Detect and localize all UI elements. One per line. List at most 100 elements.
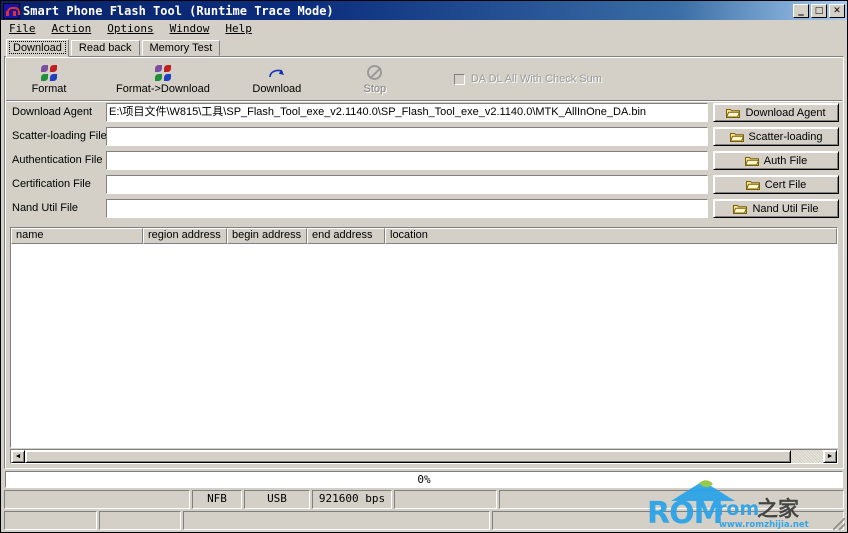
column-header-location[interactable]: location [385, 228, 837, 244]
scroll-right-button[interactable]: ► [823, 450, 837, 463]
auth-file-browse-button[interactable]: Auth File [713, 151, 839, 170]
menu-bar: File Action Options Window Help [1, 20, 847, 38]
rom-list-view[interactable]: name region address begin address end ad… [10, 227, 838, 448]
status2-panel-2 [99, 511, 181, 530]
download-agent-input[interactable]: E:\项目文件\W815\工具\SP_Flash_Tool_exe_v2.114… [106, 103, 708, 122]
column-header-region-address[interactable]: region address [143, 228, 227, 244]
folder-open-icon [726, 107, 741, 118]
minimize-button[interactable]: _ [793, 2, 809, 18]
format-download-button[interactable]: Format->Download [116, 63, 210, 95]
da-dl-checksum-label: DA DL All With Check Sum [470, 73, 602, 85]
cert-file-browse-button[interactable]: Cert File [713, 175, 839, 194]
folder-open-icon [744, 155, 759, 166]
da-dl-checksum-checkbox: DA DL All With Check Sum [453, 73, 602, 85]
menu-item-help[interactable]: Help [225, 21, 260, 36]
stop-button: Stop [344, 63, 406, 95]
window-controls: _ □ ✕ [793, 2, 846, 18]
menu-item-action-label: Action [51, 22, 92, 35]
status2-panel-1 [4, 511, 97, 530]
horizontal-scrollbar[interactable]: ◄ ► [10, 449, 838, 464]
status-panel-1 [4, 490, 190, 509]
menu-item-window-label: Window [169, 22, 210, 35]
nand-util-file-row: Nand Util File Nand Util File [6, 199, 842, 220]
scroll-thumb[interactable] [25, 450, 792, 463]
pinwheel-icon [41, 63, 57, 82]
scatter-loading-input[interactable] [106, 127, 708, 146]
pinwheel-icon [154, 63, 171, 82]
scatter-loading-row: Scatter-loading File Scatter-loading [6, 127, 842, 148]
column-header-begin-address[interactable]: begin address [227, 228, 307, 244]
close-button[interactable]: ✕ [829, 3, 845, 18]
menu-item-file-label: File [9, 22, 36, 35]
column-header-name[interactable]: name [11, 228, 143, 244]
download-button[interactable]: Download [246, 63, 308, 95]
download-panel-inner: Format Format->Download Download Stop DA… [5, 57, 843, 468]
folder-open-icon [729, 131, 744, 142]
list-header-row: name region address begin address end ad… [11, 228, 837, 244]
nand-util-file-label: Nand Util File [12, 202, 79, 214]
status-panel-nfb: NFB [192, 490, 242, 509]
download-agent-label: Download Agent [12, 106, 93, 118]
certification-file-row: Certification File Cert File [6, 175, 842, 196]
resize-grip[interactable] [833, 518, 845, 530]
scatter-loading-browse-button[interactable]: Scatter-loading [713, 127, 839, 146]
menu-item-help-label: Help [225, 22, 252, 35]
menu-item-options[interactable]: Options [107, 21, 161, 36]
authentication-file-label: Authentication File [12, 154, 103, 166]
authentication-file-row: Authentication File Auth File [6, 151, 842, 172]
menu-item-window[interactable]: Window [170, 21, 218, 36]
close-icon: ✕ [833, 5, 841, 16]
status2-panel-4 [492, 511, 844, 530]
title-bar: Smart Phone Flash Tool (Runtime Trace Mo… [1, 1, 847, 20]
toolbar: Format Format->Download Download Stop DA… [6, 58, 842, 101]
menu-item-options-label: Options [107, 22, 154, 35]
folder-open-icon [733, 203, 748, 214]
scroll-left-button[interactable]: ◄ [11, 450, 25, 463]
download-button-label: Download [252, 83, 302, 95]
menu-item-action[interactable]: Action [52, 21, 100, 36]
chevron-left-icon: ◄ [14, 453, 22, 460]
tab-download[interactable]: Download [6, 39, 69, 57]
format-button[interactable]: Format [18, 63, 80, 95]
window-title: Smart Phone Flash Tool (Runtime Trace Mo… [23, 3, 334, 18]
tab-read-back-label: Read back [78, 42, 132, 54]
tab-memory-test[interactable]: Memory Test [141, 40, 221, 56]
da-dl-checksum-box [453, 73, 465, 85]
progress-percent-label: 0% [417, 473, 431, 486]
certification-file-input[interactable] [106, 175, 708, 194]
tab-read-back[interactable]: Read back [70, 40, 140, 56]
download-agent-browse-button[interactable]: Download Agent [713, 103, 839, 122]
nand-util-file-browse-label: Nand Util File [752, 202, 819, 215]
list-body[interactable] [11, 244, 837, 447]
download-agent-row: Download Agent E:\项目文件\W815\工具\SP_Flash_… [6, 103, 842, 124]
progress-bar: 0% [5, 471, 843, 488]
status-panel-usb: USB [244, 490, 310, 509]
chevron-right-icon: ► [826, 453, 834, 460]
cert-file-browse-label: Cert File [764, 178, 807, 191]
scroll-track[interactable] [25, 450, 823, 463]
scatter-loading-label: Scatter-loading File [12, 130, 107, 142]
tab-strip: Download Read back Memory Test [1, 38, 847, 57]
folder-open-icon [745, 179, 760, 190]
file-fields: Download Agent E:\项目文件\W815\工具\SP_Flash_… [6, 101, 842, 223]
format-button-label: Format [31, 83, 67, 95]
nand-util-file-input[interactable] [106, 199, 708, 218]
download-agent-browse-label: Download Agent [745, 106, 826, 119]
status-panel-6 [499, 490, 844, 509]
certification-file-label: Certification File [12, 178, 91, 190]
status-panel-baud: 921600 bps [312, 490, 392, 509]
tab-memory-test-label: Memory Test [149, 42, 213, 54]
status-bar-row-1: NFB USB 921600 bps [1, 490, 847, 509]
menu-item-file[interactable]: File [9, 21, 44, 36]
stop-sign-icon [367, 63, 383, 82]
nand-util-file-browse-button[interactable]: Nand Util File [713, 199, 839, 218]
application-window: Smart Phone Flash Tool (Runtime Trace Mo… [0, 0, 848, 533]
status2-panel-3 [183, 511, 490, 530]
download-panel: Format Format->Download Download Stop DA… [4, 56, 844, 469]
minimize-icon: _ [798, 2, 804, 16]
maximize-button[interactable]: □ [811, 3, 827, 18]
column-header-end-address[interactable]: end address [307, 228, 385, 244]
status-panel-5 [394, 490, 497, 509]
authentication-file-input[interactable] [106, 151, 708, 170]
maximize-icon: □ [814, 5, 824, 16]
